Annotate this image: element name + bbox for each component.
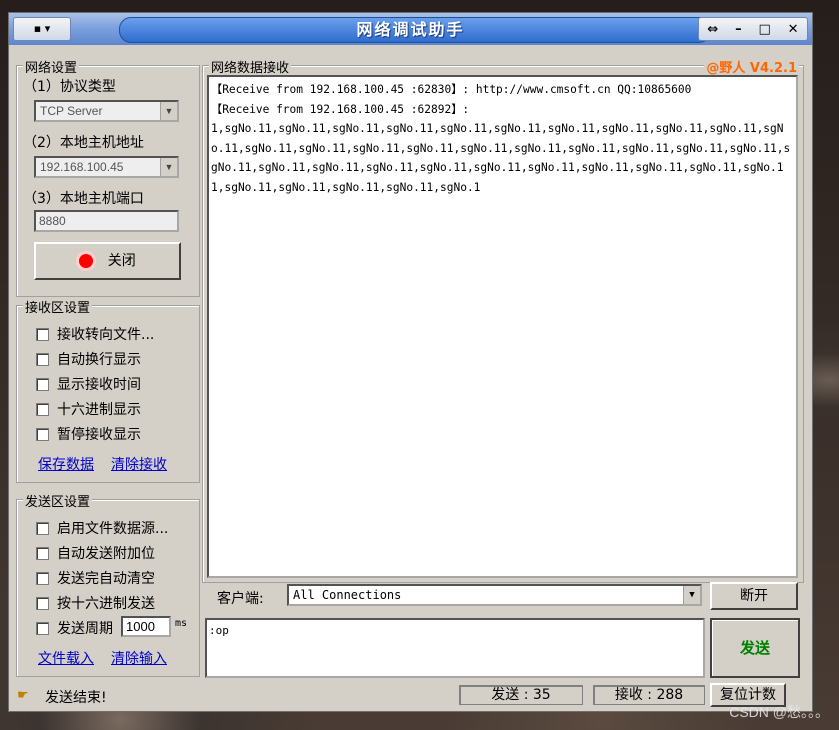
close-connection-button[interactable]: 关闭 xyxy=(34,242,181,280)
checkbox-label: 显示接收时间 xyxy=(57,377,141,393)
protocol-label: （1）协议类型 xyxy=(23,79,116,95)
send-period-input[interactable]: 1000 xyxy=(121,616,171,637)
sent-counter: 发送 : 35 xyxy=(459,685,583,705)
title-bar[interactable]: 网络调试助手 ▪ ▾ ⇔ – □ ✕ xyxy=(9,13,812,45)
show-time-checkbox[interactable]: 显示接收时间 xyxy=(36,374,141,394)
client-select[interactable]: All Connections ▼ xyxy=(287,584,702,606)
network-settings-group: 网络设置 （1）协议类型 TCP Server ▼ （2）本地主机地址 192.… xyxy=(16,57,200,297)
chevron-down-icon[interactable]: ▼ xyxy=(683,586,700,604)
connection-indicator-icon xyxy=(79,254,94,268)
app-window: 网络调试助手 ▪ ▾ ⇔ – □ ✕ 网络设置 （1）协议类型 TCP Serv… xyxy=(8,12,813,712)
checkbox-label: 自动换行显示 xyxy=(57,352,141,368)
window-controls: ⇔ – □ ✕ xyxy=(698,17,808,41)
checkbox-label: 十六进制显示 xyxy=(57,402,141,418)
clear-input-link[interactable]: 清除输入 xyxy=(111,648,167,668)
version-badge: @野人 V4.2.1 xyxy=(704,57,799,76)
append-bit-checkbox[interactable]: 自动发送附加位 xyxy=(36,543,155,563)
protocol-value: TCP Server xyxy=(40,104,103,118)
save-data-link[interactable]: 保存数据 xyxy=(38,454,94,474)
status-bar: ☛ 发送结束! 发送 : 35 接收 : 288 复位计数 xyxy=(9,683,812,711)
host-address-value: 192.168.100.45 xyxy=(40,160,124,174)
send-period-checkbox[interactable]: 发送周期 xyxy=(36,618,113,638)
checkbox-label: 发送周期 xyxy=(57,621,113,637)
status-icon: ☛ xyxy=(17,688,29,703)
receive-to-file-checkbox[interactable]: 接收转向文件... xyxy=(36,324,154,344)
file-source-checkbox[interactable]: 启用文件数据源... xyxy=(36,518,168,538)
host-address-select[interactable]: 192.168.100.45 ▼ xyxy=(34,156,179,178)
hex-display-checkbox[interactable]: 十六进制显示 xyxy=(36,399,141,419)
pause-display-checkbox[interactable]: 暂停接收显示 xyxy=(36,424,141,444)
chevron-down-icon[interactable]: ▼ xyxy=(160,158,177,176)
port-input[interactable]: 8880 xyxy=(34,210,179,232)
clear-receive-link[interactable]: 清除接收 xyxy=(111,454,167,474)
receive-textarea[interactable]: 【Receive from 192.168.100.45 :62830】: ht… xyxy=(207,75,798,578)
system-menu-button[interactable]: ▪ ▾ xyxy=(13,17,71,41)
status-message: 发送结束! xyxy=(45,690,107,706)
protocol-select[interactable]: TCP Server ▼ xyxy=(34,100,179,122)
hex-send-checkbox[interactable]: 按十六进制发送 xyxy=(36,593,155,613)
close-connection-label: 关闭 xyxy=(107,253,136,269)
disconnect-button[interactable]: 断开 xyxy=(710,582,798,610)
host-label: （2）本地主机地址 xyxy=(23,135,144,151)
client-value: All Connections xyxy=(293,588,402,602)
auto-clear-checkbox[interactable]: 发送完自动清空 xyxy=(36,568,155,588)
checkbox-label: 启用文件数据源... xyxy=(57,521,169,537)
receive-line: 【Receive from 192.168.100.45 :62830】: ht… xyxy=(211,83,692,96)
chevron-down-icon[interactable]: ▼ xyxy=(160,102,177,120)
receive-settings-title: 接收区设置 xyxy=(23,297,93,316)
auto-wrap-checkbox[interactable]: 自动换行显示 xyxy=(36,349,141,369)
maximize-button[interactable]: □ xyxy=(759,22,771,37)
watermark: CSDN @愁。。。 xyxy=(729,704,829,720)
checkbox-label: 暂停接收显示 xyxy=(57,427,141,443)
period-unit: ms xyxy=(175,618,188,629)
pin-button[interactable]: ⇔ xyxy=(707,22,718,37)
checkbox-label: 发送完自动清空 xyxy=(57,571,155,587)
receive-settings-group: 接收区设置 接收转向文件... 自动换行显示 显示接收时间 十六进制显示 暂停接… xyxy=(16,297,200,483)
checkbox-label: 自动发送附加位 xyxy=(57,546,155,562)
send-settings-title: 发送区设置 xyxy=(23,491,93,510)
receive-line: 【Receive from 192.168.100.45 :62892】: xyxy=(211,102,470,116)
received-counter: 接收 : 288 xyxy=(593,685,705,705)
send-settings-group: 发送区设置 启用文件数据源... 自动发送附加位 发送完自动清空 按十六进制发送… xyxy=(16,491,200,677)
load-file-link[interactable]: 文件载入 xyxy=(38,648,94,668)
receive-area-title: 网络数据接收 xyxy=(209,57,292,76)
checkbox-label: 接收转向文件... xyxy=(57,327,155,343)
send-input[interactable]: :op xyxy=(205,618,705,678)
client-label: 客户端: xyxy=(217,591,264,607)
checkbox-label: 按十六进制发送 xyxy=(57,596,155,612)
network-settings-title: 网络设置 xyxy=(23,57,80,76)
window-title: 网络调试助手 xyxy=(356,20,465,39)
receive-data: 1,sgNo.11,sgNo.11,sgNo.11,sgNo.11,sgNo.1… xyxy=(211,122,791,194)
close-window-button[interactable]: ✕ xyxy=(788,22,799,37)
minimize-button[interactable]: – xyxy=(735,22,742,37)
send-button[interactable]: 发送 xyxy=(710,618,800,678)
port-label: （3）本地主机端口 xyxy=(23,191,144,207)
